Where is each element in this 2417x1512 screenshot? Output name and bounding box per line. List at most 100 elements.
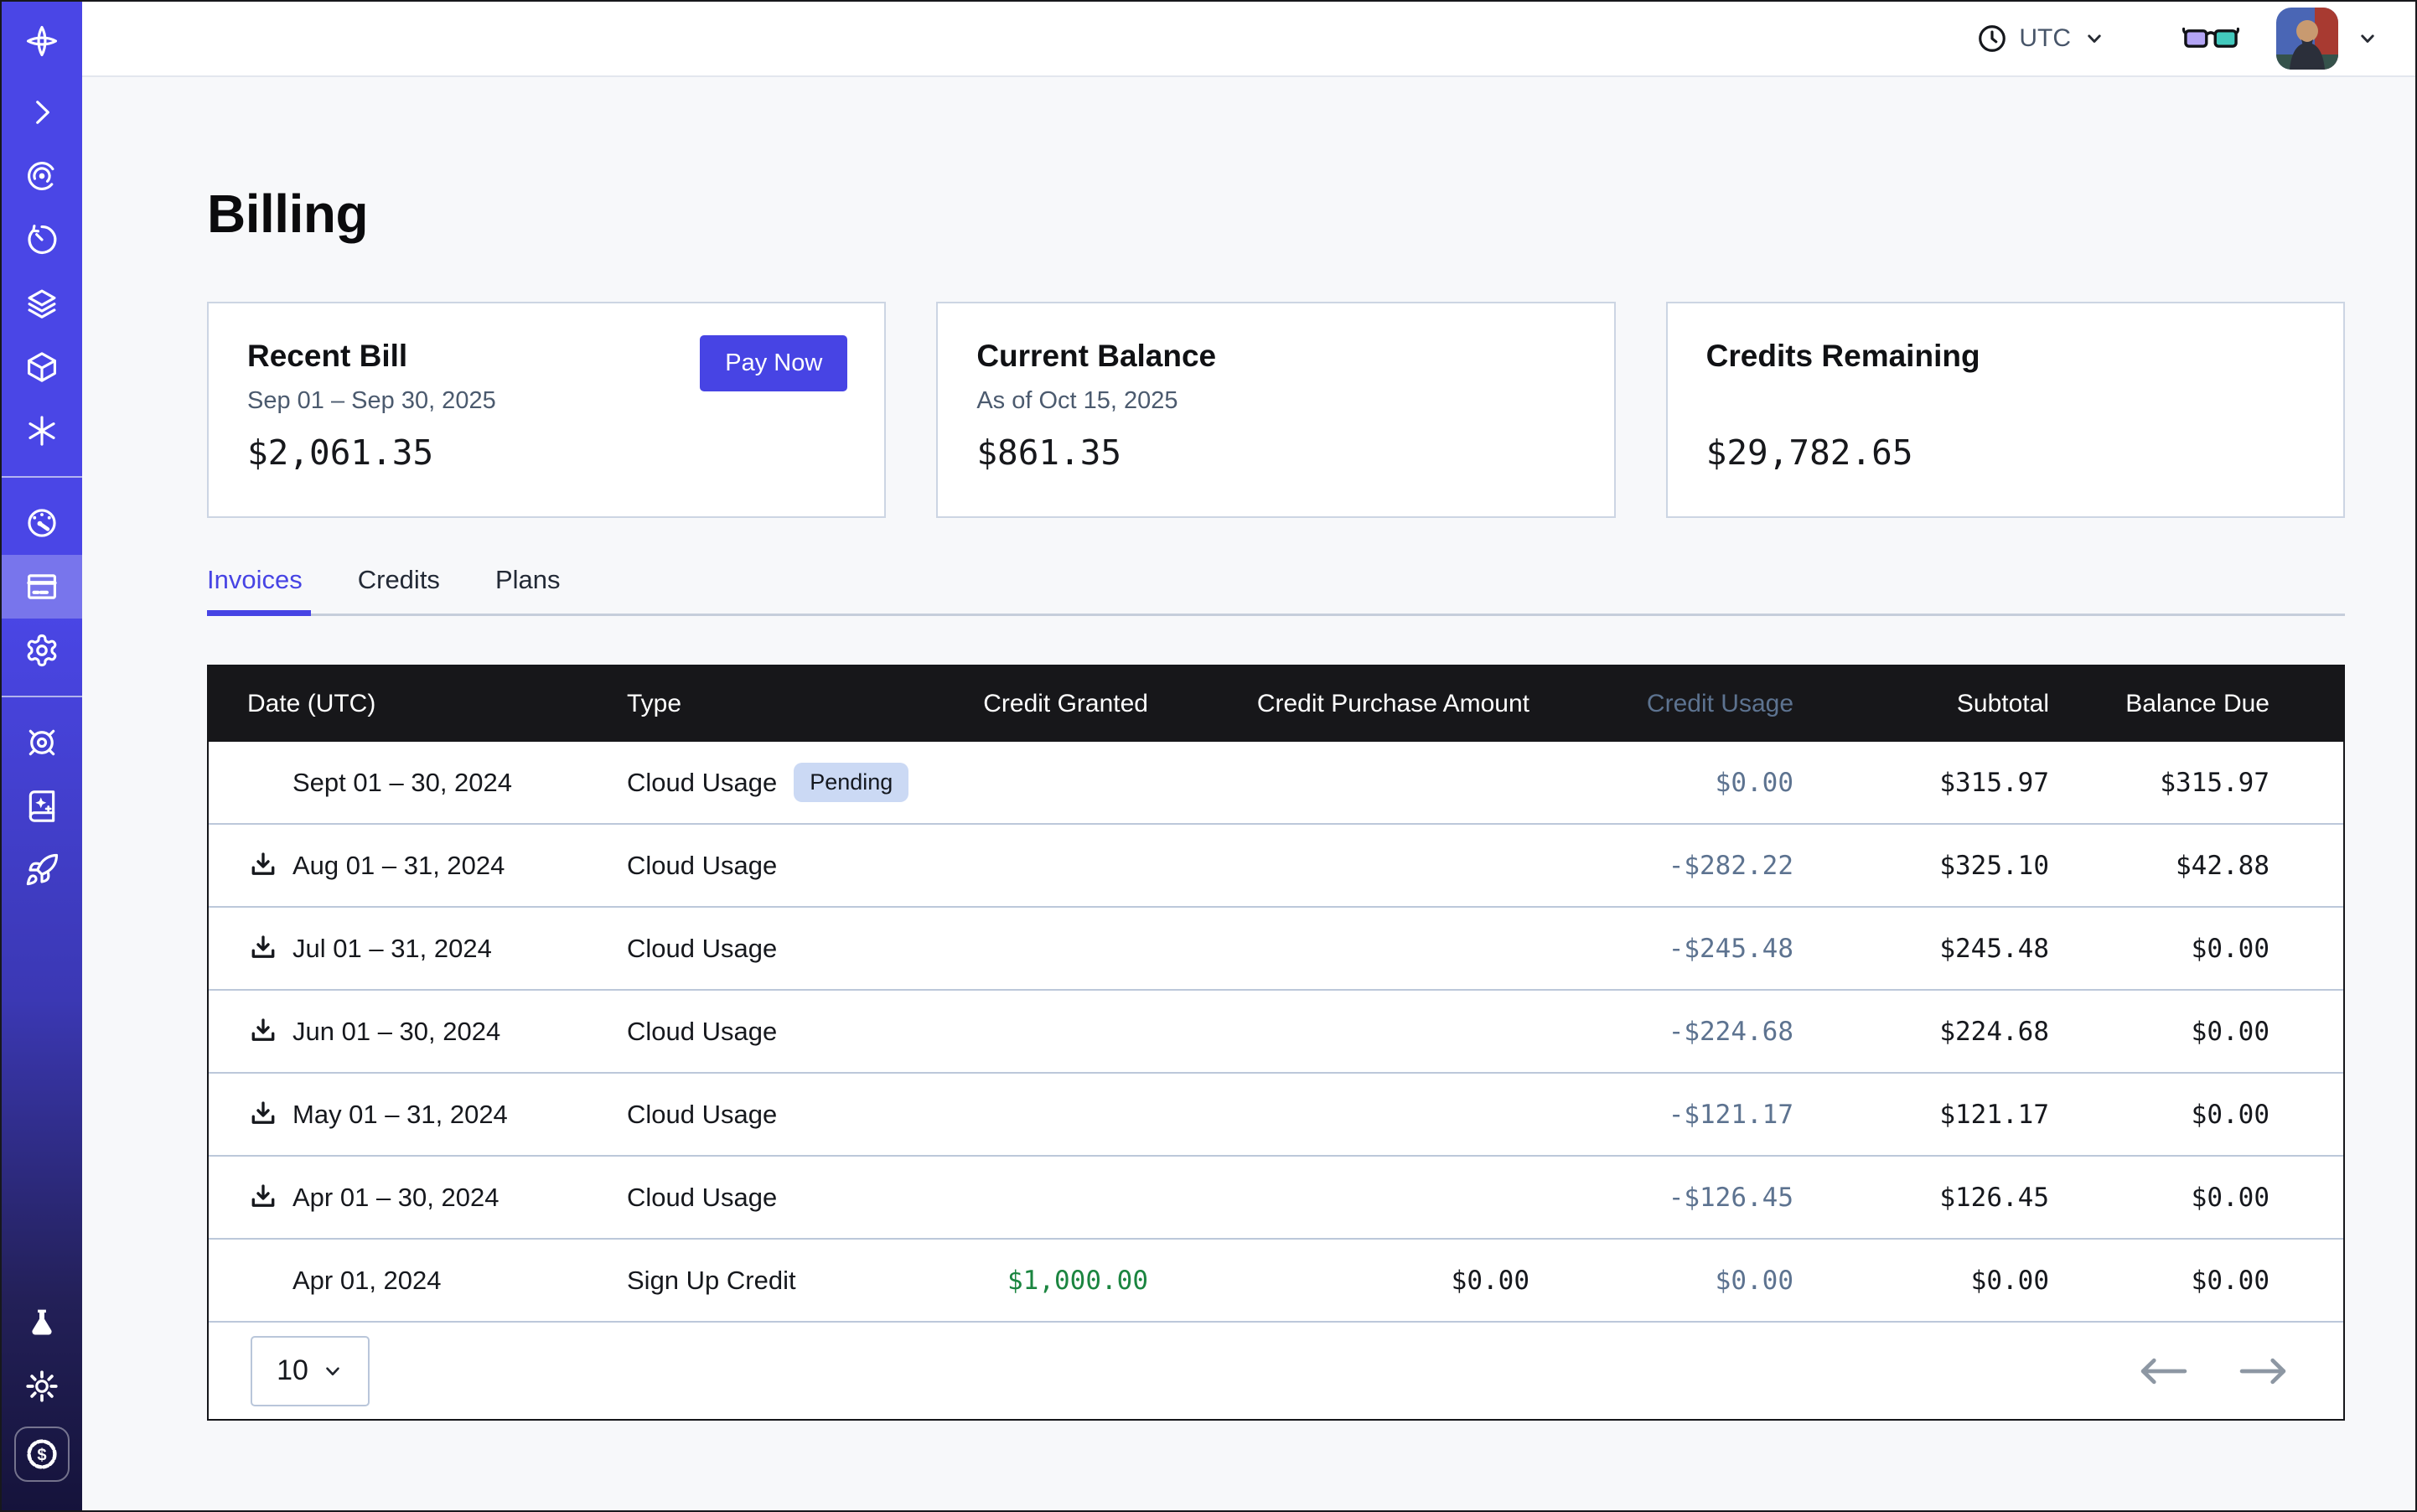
invoice-type: Cloud Usage [627,1100,777,1130]
invoice-type: Cloud Usage [627,768,777,798]
download-icon[interactable] [247,1182,279,1214]
iris-scan-icon [24,158,60,194]
sidebar-item-packages[interactable] [2,335,82,399]
card-subtitle: Sep 01 – Sep 30, 2025 [247,387,846,416]
type-cell: Cloud Usage [587,1017,972,1047]
type-cell: Cloud Usage [587,934,972,964]
chevron-right-icon [24,95,60,130]
main-content: Billing Recent Bill Sep 01 – Sep 30, 202… [82,77,2415,1510]
download-icon[interactable] [247,1016,279,1048]
type-cell: Cloud Usage Pending [587,763,972,802]
sidebar-item-credits[interactable]: $ [14,1427,70,1482]
balance-due-value: $0.00 [2049,1100,2347,1130]
invoice-date: Aug 01 – 31, 2024 [292,851,505,881]
gear-icon [24,633,60,668]
page-size-select[interactable]: 10 [251,1336,370,1406]
sidebar-item-settings[interactable] [2,619,82,682]
type-cell: Sign Up Credit [587,1266,972,1296]
billing-card-icon [24,569,60,604]
table-row: Apr 01, 2024 Sign Up Credit $1,000.00 $0… [209,1240,2343,1323]
sidebar-item-getting-started[interactable] [2,838,82,902]
clock-icon [1976,23,2008,54]
3d-glasses-icon[interactable] [2182,23,2239,54]
current-balance-amount: $861.35 [976,432,1575,473]
sidebar-item-billing[interactable] [2,555,82,619]
tab-invoices[interactable]: Invoices [207,565,303,614]
sidebar-item-history[interactable] [2,208,82,272]
credit-usage-value: -$245.48 [1529,934,1793,964]
sidebar-item-expand[interactable] [2,80,82,144]
sidebar-item-observe[interactable] [2,144,82,208]
tab-credits[interactable]: Credits [358,565,440,614]
avatar[interactable] [2276,8,2338,70]
asterisk-icon [24,413,60,448]
invoice-table-header: Date (UTC)TypeCredit GrantedCredit Purch… [209,666,2343,742]
credit-granted-value: $1,000.00 [972,1266,1148,1296]
credit-purchase-value: $0.00 [1148,1266,1529,1296]
download-icon[interactable] [247,850,279,882]
sidebar-divider [2,476,82,478]
table-row: Aug 01 – 31, 2024 Cloud Usage -$282.22 $… [209,825,2343,908]
page-title: Billing [207,184,2345,243]
page-size-value: 10 [277,1354,308,1387]
arrow-left-icon[interactable] [2139,1357,2187,1385]
date-cell: Apr 01 – 30, 2024 [209,1182,587,1214]
gauge-icon [24,505,60,541]
sidebar-item-usage[interactable] [2,491,82,555]
sidebar-item-services[interactable] [2,399,82,463]
column-header: Type [587,690,972,718]
sidebar-item-labs[interactable] [2,1291,82,1354]
table-row: Sept 01 – 30, 2024 Cloud Usage Pending $… [209,742,2343,825]
credits-remaining-amount: $29,782.65 [1706,432,2305,473]
invoice-date: May 01 – 31, 2024 [292,1100,508,1130]
topbar: UTC [82,2,2415,77]
pay-now-button[interactable]: Pay Now [700,335,847,391]
credit-usage-value: $0.00 [1529,1266,1793,1296]
recent-bill-card: Recent Bill Sep 01 – Sep 30, 2025 $2,061… [207,302,886,518]
date-cell: Jun 01 – 30, 2024 [209,1016,587,1048]
balance-due-value: $42.88 [2049,851,2347,881]
credit-usage-value: -$282.22 [1529,851,1793,881]
sidebar-item-theme[interactable] [2,1354,82,1418]
column-header: Date (UTC) [209,690,587,718]
sun-icon [24,1369,60,1404]
invoice-table: Date (UTC)TypeCredit GrantedCredit Purch… [207,665,2345,1421]
credits-remaining-card: Credits Remaining $29,782.65 [1666,302,2345,518]
invoice-date: Apr 01, 2024 [292,1266,442,1296]
tabs: Invoices Credits Plans [207,565,2345,616]
history-icon [24,222,60,257]
invoice-date: Sept 01 – 30, 2024 [292,768,512,798]
table-row: Apr 01 – 30, 2024 Cloud Usage -$126.45 $… [209,1157,2343,1240]
chevron-down-icon[interactable] [2355,26,2380,51]
layers-icon [24,286,60,321]
balance-due-value: $0.00 [2049,1183,2347,1213]
sidebar-item-support[interactable] [2,711,82,774]
sidebar-item-docs[interactable] [2,774,82,838]
timezone-selector[interactable]: UTC [1976,23,2107,54]
download-icon[interactable] [247,1099,279,1131]
arrow-right-icon[interactable] [2239,1357,2288,1385]
sidebar-item-layers[interactable] [2,272,82,335]
download-icon[interactable] [247,933,279,965]
dollar-badge-icon: $ [23,1436,60,1473]
column-header: Subtotal [1793,690,2049,718]
card-subtitle: As of Oct 15, 2025 [976,387,1575,416]
credit-usage-value: $0.00 [1529,768,1793,798]
subtotal-value: $126.45 [1793,1183,2049,1213]
invoice-table-body: Sept 01 – 30, 2024 Cloud Usage Pending $… [209,742,2343,1323]
credit-usage-value: -$224.68 [1529,1017,1793,1047]
pagination-arrows [2139,1357,2288,1385]
column-header: Balance Due [2049,690,2347,718]
tab-plans[interactable]: Plans [495,565,561,614]
book-sparkle-icon [24,789,60,824]
subtotal-value: $315.97 [1793,768,2049,798]
column-header: Credit Granted [972,690,1148,718]
table-footer: 10 [209,1323,2343,1419]
column-header: Credit Usage [1529,690,1793,718]
helm-icon [24,725,60,760]
date-cell: Jul 01 – 31, 2024 [209,933,587,965]
summary-cards: Recent Bill Sep 01 – Sep 30, 2025 $2,061… [207,302,2345,518]
sidebar-logo[interactable] [2,2,82,80]
balance-due-value: $0.00 [2049,1266,2347,1296]
table-row: Jul 01 – 31, 2024 Cloud Usage -$245.48 $… [209,908,2343,991]
